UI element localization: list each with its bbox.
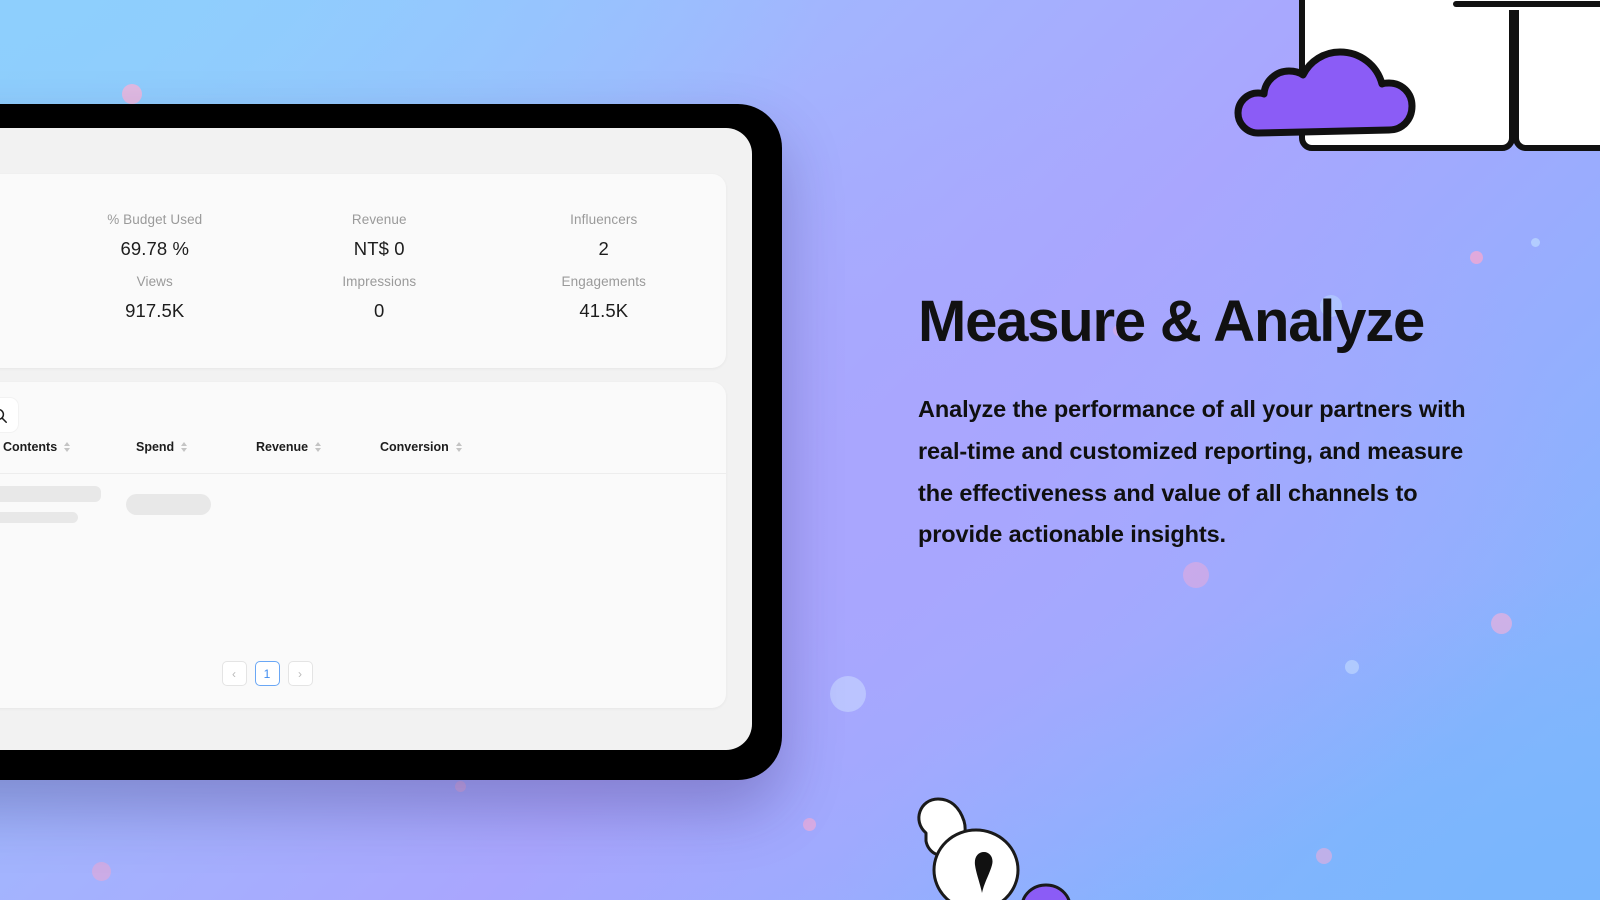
stats-grid: Spend NT$ 1,210.00 % Budget Used 69.78 %… xyxy=(0,174,726,322)
sort-icon[interactable] xyxy=(181,442,188,452)
stat-value: 41.5K xyxy=(579,300,629,322)
decor-dot-pink xyxy=(122,84,142,104)
decor-dot-light xyxy=(1531,238,1540,247)
stat-value: NT$ 0 xyxy=(353,238,405,260)
cloud-outline-shape xyxy=(1473,0,1600,6)
hero-copy: Measure & Analyze Analyze the performanc… xyxy=(918,289,1518,556)
stat-contents: Contents 8 xyxy=(0,274,43,322)
sort-icon[interactable] xyxy=(64,442,71,452)
stat-value: 917.5K xyxy=(125,300,185,322)
stat-budget-used: % Budget Used 69.78 % xyxy=(43,212,268,260)
stat-views: Views 917.5K xyxy=(43,274,268,322)
cloud-purple-shape xyxy=(1234,48,1416,137)
decor-dot-pink xyxy=(1183,562,1209,588)
column-label: Spend xyxy=(136,440,175,454)
table-header-row: m Location Contents Spend xyxy=(0,440,726,474)
decor-dot-pink xyxy=(1491,613,1512,634)
cloud-puzzle-illustration xyxy=(1234,0,1600,151)
stat-label: Spend xyxy=(0,212,43,228)
white-character-illustration xyxy=(917,797,1071,900)
sort-icon[interactable] xyxy=(315,442,322,452)
decor-dot-light xyxy=(1345,660,1359,674)
stat-influencers: Influencers 2 xyxy=(492,212,717,260)
tablet-device-frame: Spend NT$ 1,210.00 % Budget Used 69.78 %… xyxy=(0,104,782,780)
decor-dot-pink xyxy=(1316,848,1332,864)
stat-value: 8 xyxy=(0,300,43,322)
stat-label: Views xyxy=(136,274,173,290)
table-toolbar xyxy=(0,382,726,440)
search-icon[interactable] xyxy=(0,407,8,424)
column-header-conversion[interactable]: Conversion xyxy=(380,440,462,454)
stat-value: 2 xyxy=(598,238,609,260)
skeleton-cell xyxy=(0,512,78,523)
stat-spend: Spend NT$ 1,210.00 xyxy=(0,212,43,260)
stat-engagements: Engagements 41.5K xyxy=(492,274,717,322)
search-box[interactable] xyxy=(0,398,18,432)
stats-summary-card: Spend NT$ 1,210.00 % Budget Used 69.78 %… xyxy=(0,174,726,368)
hero-description: Analyze the performance of all your part… xyxy=(918,395,1466,548)
stat-label: Impressions xyxy=(342,274,417,290)
decor-dot-light xyxy=(830,676,866,712)
column-label: Contents xyxy=(3,440,58,454)
decor-dot-pink xyxy=(455,781,466,792)
column-header-contents[interactable]: Contents xyxy=(3,440,71,454)
pagination: ‹ 1 › xyxy=(0,661,726,686)
stat-label: % Budget Used xyxy=(107,212,203,227)
skeleton-cell xyxy=(0,486,101,502)
stat-revenue: Revenue NT$ 0 xyxy=(267,212,492,260)
tablet-screen: Spend NT$ 1,210.00 % Budget Used 69.78 %… xyxy=(0,128,752,750)
decor-dot-pink xyxy=(92,862,111,881)
pagination-prev-button[interactable]: ‹ xyxy=(221,661,247,686)
table-body-skeleton xyxy=(0,474,726,634)
decor-dot-pink xyxy=(803,818,816,831)
page-title: Measure & Analyze xyxy=(918,289,1425,354)
stat-label: Contents xyxy=(0,274,43,290)
column-label: Revenue xyxy=(256,440,309,454)
stat-value: 69.78 % xyxy=(120,238,190,260)
partners-table-card: m Location Contents Spend xyxy=(0,382,726,708)
skeleton-cell xyxy=(126,494,211,515)
column-label: Conversion xyxy=(380,440,449,454)
column-header-spend[interactable]: Spend xyxy=(136,440,188,454)
sort-icon[interactable] xyxy=(455,442,462,452)
stat-value: NT$ 1,210.00 xyxy=(0,238,43,260)
stat-label: Revenue xyxy=(351,212,407,227)
stat-label: Influencers xyxy=(570,212,638,227)
decor-dot-pink xyxy=(1470,251,1483,264)
column-header-revenue[interactable]: Revenue xyxy=(256,440,322,454)
pagination-next-button[interactable]: › xyxy=(287,661,313,686)
stat-label: Engagements xyxy=(561,274,646,290)
pagination-page-1[interactable]: 1 xyxy=(254,661,280,686)
hero-scene: Spend NT$ 1,210.00 % Budget Used 69.78 %… xyxy=(0,0,1600,900)
stat-impressions: Impressions 0 xyxy=(267,274,492,322)
stat-value: 0 xyxy=(374,300,385,322)
